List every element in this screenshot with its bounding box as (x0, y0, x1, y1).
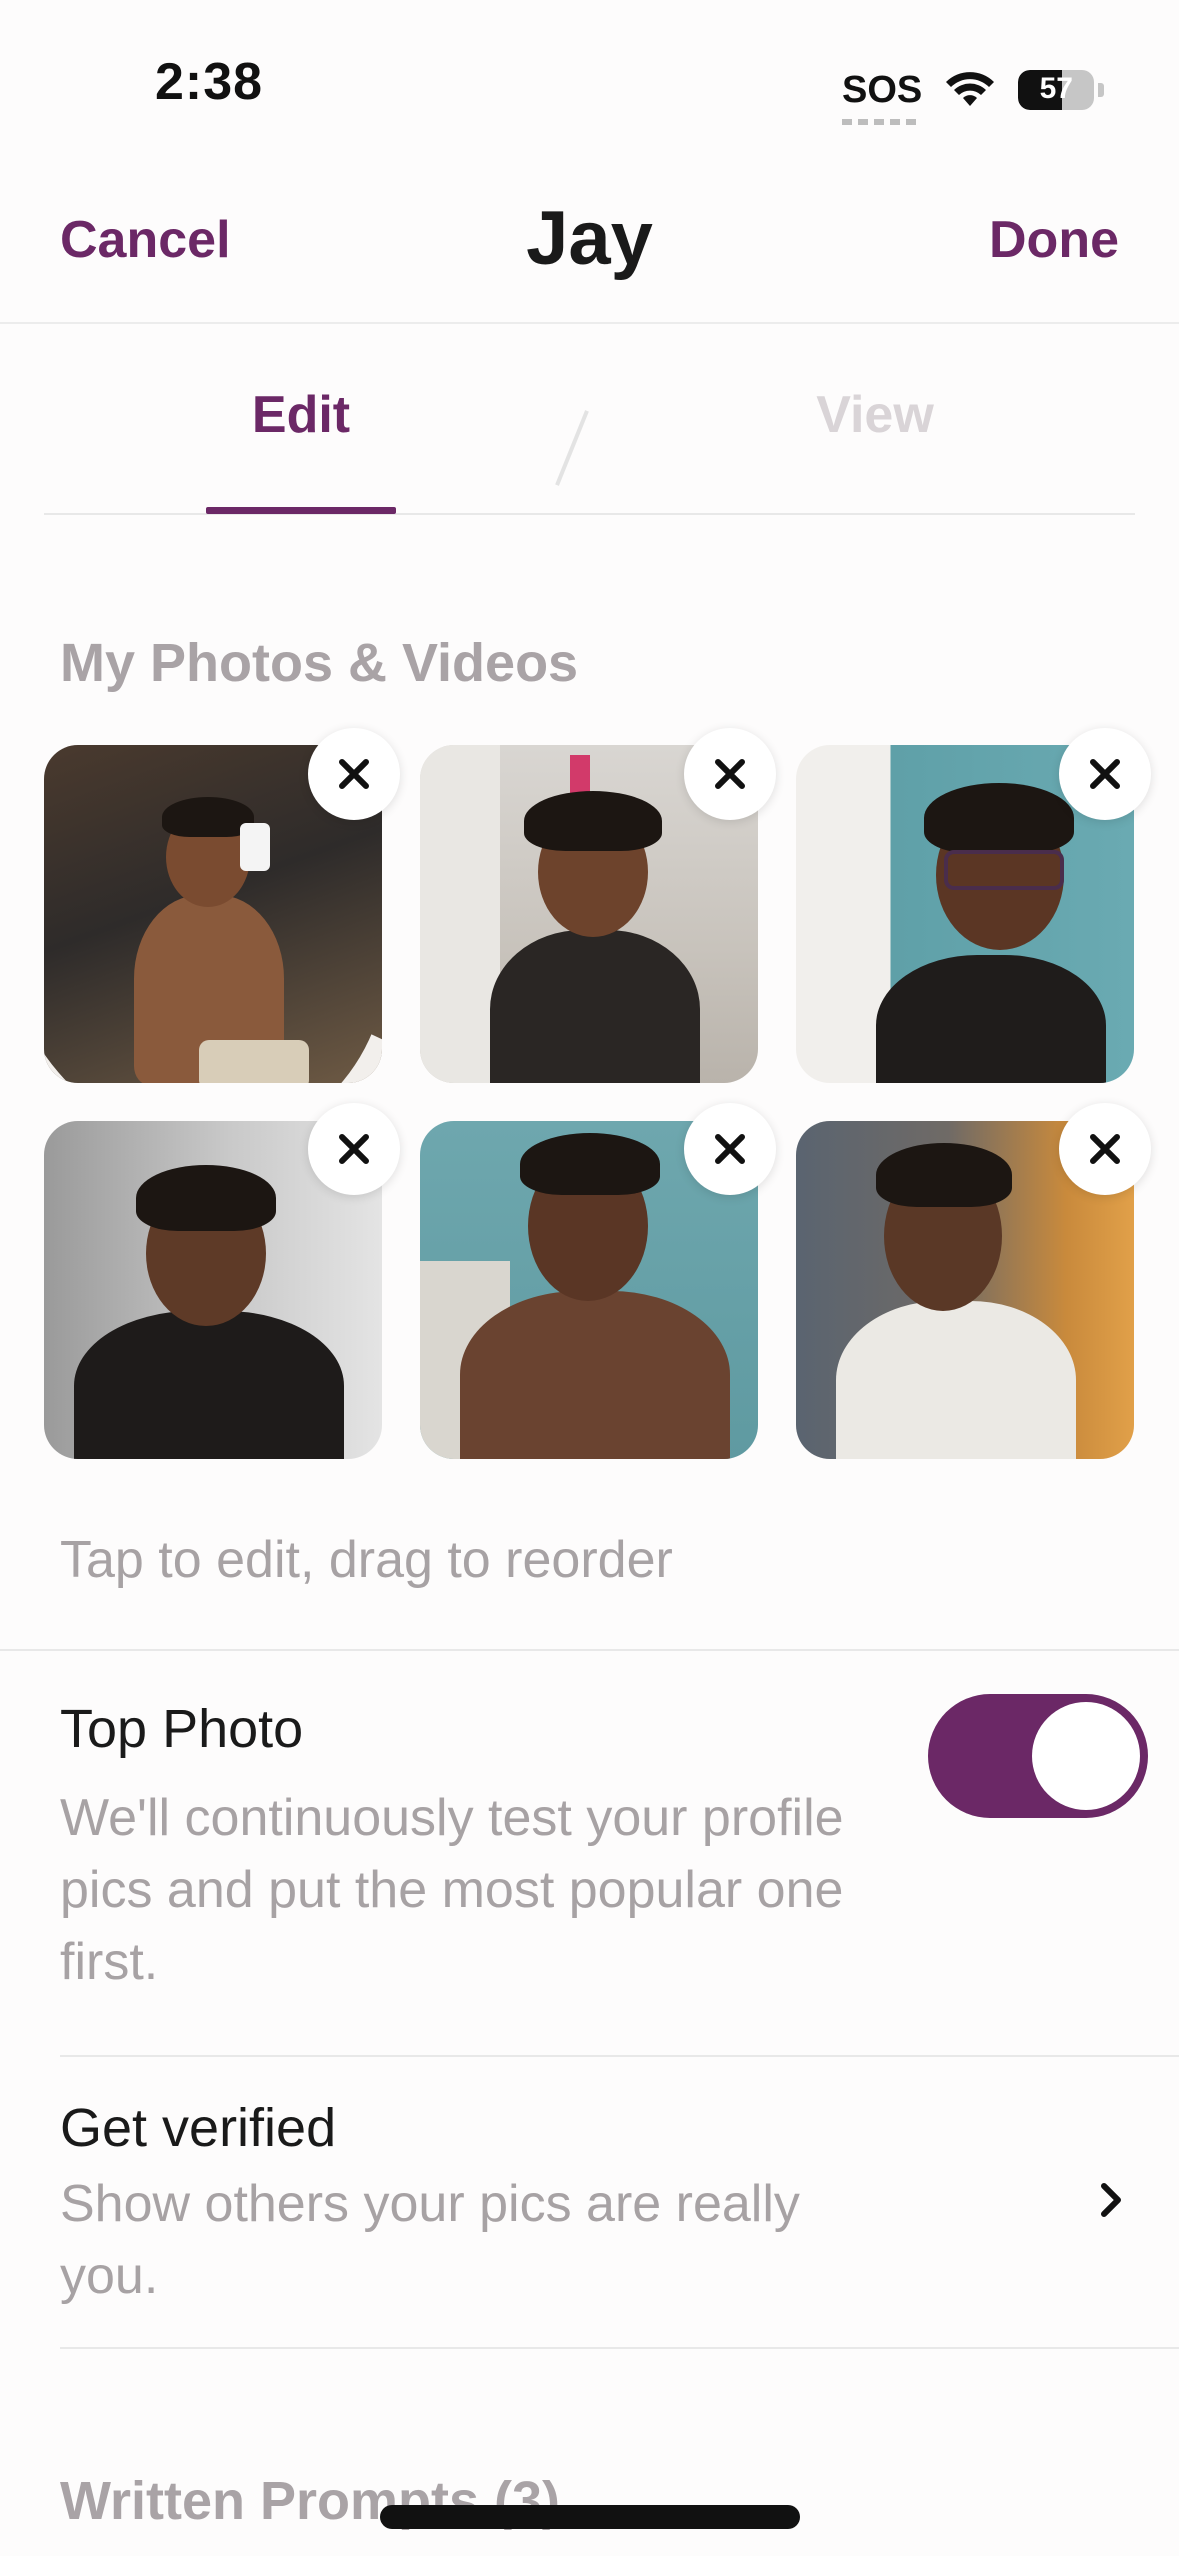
remove-photo-1-button[interactable] (308, 728, 400, 820)
top-photo-description: We'll continuously test your profile pic… (60, 1789, 844, 1991)
tab-edit[interactable]: Edit (206, 385, 396, 445)
close-icon (339, 1134, 369, 1164)
toggle-knob (1032, 1702, 1140, 1810)
battery-cap (1098, 83, 1105, 97)
battery-icon: 57 (1018, 70, 1095, 110)
signal-dots (842, 119, 923, 125)
close-icon (339, 759, 369, 789)
battery-percent: 57 (1039, 72, 1073, 105)
close-icon (715, 1134, 745, 1164)
chevron-right-icon (1101, 2183, 1121, 2217)
tab-selected-underline (206, 507, 396, 514)
remove-photo-4-button[interactable] (308, 1103, 400, 1195)
status-icons: SOS 57 (842, 60, 1105, 125)
home-indicator[interactable] (380, 2505, 800, 2529)
remove-photo-5-button[interactable] (684, 1103, 776, 1195)
get-verified-description: Show others your pics are really you. (60, 2175, 800, 2305)
sos-label: SOS (842, 69, 923, 111)
header-divider (0, 322, 1179, 324)
close-icon (1090, 1134, 1120, 1164)
status-time: 2:38 (155, 53, 264, 111)
top-photo-toggle[interactable] (928, 1694, 1148, 1818)
photos-section-title: My Photos & Videos (60, 633, 579, 693)
row-divider (60, 2347, 1179, 2349)
close-icon (1090, 759, 1120, 789)
wifi-icon (946, 72, 995, 106)
tab-view[interactable]: View (780, 385, 970, 445)
close-icon (715, 759, 745, 789)
get-verified-title: Get verified (60, 2098, 337, 2158)
tab-separator (555, 410, 589, 486)
remove-photo-6-button[interactable] (1059, 1103, 1151, 1195)
top-photo-title: Top Photo (60, 1699, 304, 1759)
sos-indicator: SOS (842, 69, 923, 125)
photos-hint: Tap to edit, drag to reorder (60, 1531, 673, 1589)
row-divider (60, 2055, 1179, 2057)
remove-photo-2-button[interactable] (684, 728, 776, 820)
section-divider (0, 1649, 1179, 1651)
remove-photo-3-button[interactable] (1059, 728, 1151, 820)
done-button[interactable]: Done (989, 210, 1119, 270)
